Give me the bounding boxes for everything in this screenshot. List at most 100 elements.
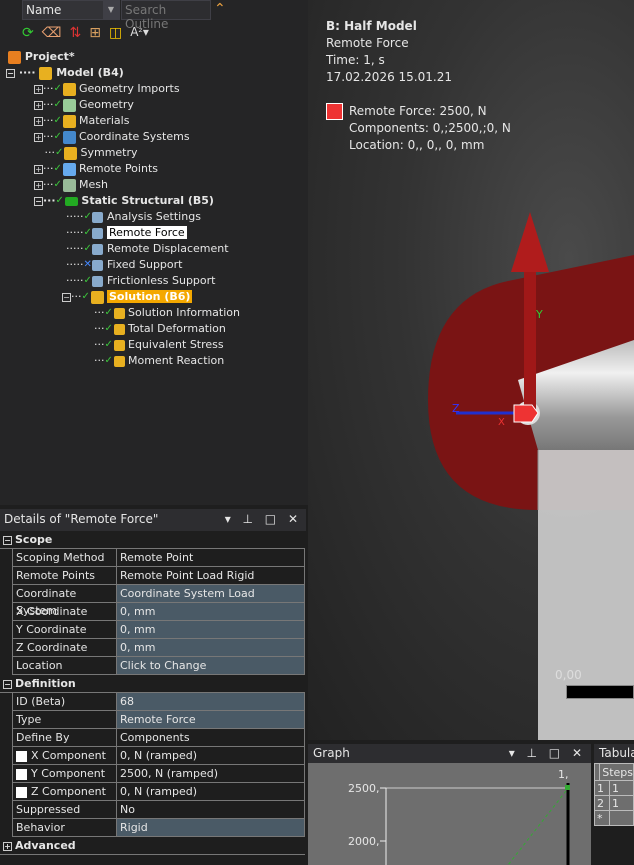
property-value[interactable]: 0, mm <box>117 639 304 656</box>
group-definition[interactable]: − Definition <box>0 675 305 693</box>
label: Coordinate Systems <box>79 130 190 143</box>
search-outline-input[interactable]: Search Outline <box>121 0 211 31</box>
property-value[interactable]: 2500, N (ramped) <box>117 765 304 782</box>
tree-item[interactable]: +···✓ Geometry <box>34 97 134 113</box>
tree-item-solution[interactable]: −···✓ Solution (B6) <box>62 289 193 305</box>
tree-item[interactable]: ···✓ Equivalent Stress <box>94 337 224 353</box>
hide-icon[interactable]: ◫ <box>109 25 122 41</box>
property-value[interactable]: Remote Point Load Rigid <box>117 567 304 584</box>
3d-viewport[interactable]: B: Half Model Remote Force Time: 1, s 17… <box>308 0 634 740</box>
collapse-icon[interactable]: − <box>62 292 71 302</box>
property-name: Behavior <box>16 821 65 834</box>
property-value[interactable]: 0, N (ramped) <box>117 783 304 800</box>
cell[interactable]: 1 <box>610 781 619 795</box>
property-value[interactable]: 68 <box>117 693 304 710</box>
property-value[interactable]: 0, mm <box>117 603 304 620</box>
tree-item[interactable]: ···✓ Moment Reaction <box>94 353 224 369</box>
tree-item[interactable]: ·····✓ Remote Force <box>66 225 187 241</box>
property-row[interactable]: X Coordinate 0, mm <box>12 603 305 621</box>
checkbox[interactable] <box>16 786 27 798</box>
y-tick-label: 2000, <box>348 835 380 848</box>
label: Equivalent Stress <box>128 338 224 351</box>
tree-item[interactable]: ·····✕ Fixed Support <box>66 257 182 273</box>
property-value[interactable]: No <box>117 801 304 818</box>
property-row[interactable]: Y Component 2500, N (ramped) <box>12 765 305 783</box>
grid-icon[interactable]: ⊞ <box>89 25 101 41</box>
checkbox[interactable] <box>16 768 27 780</box>
property-row[interactable]: Z Coordinate 0, mm <box>12 639 305 657</box>
property-row[interactable]: Coordinate System Coordinate System Load <box>12 585 305 617</box>
tree-item[interactable]: +···✓ Geometry Imports <box>34 81 180 97</box>
collapse-icon[interactable]: − <box>34 196 43 206</box>
property-value[interactable]: Click to Change <box>117 657 304 674</box>
table-row[interactable]: * <box>594 811 634 826</box>
cell[interactable] <box>610 811 612 825</box>
tree-item-static-structural[interactable]: −···✓ Static Structural (B5) <box>34 193 214 209</box>
tree-item[interactable]: +···✓ Remote Points <box>34 161 158 177</box>
tree-node-icon <box>62 162 76 176</box>
property-value[interactable]: Remote Point <box>117 549 304 566</box>
checkbox[interactable] <box>16 750 27 762</box>
collapse-icon[interactable]: − <box>3 679 12 689</box>
tree-item[interactable]: ·····✓ Frictionless Support <box>66 273 215 289</box>
column-header-steps[interactable]: Steps <box>600 764 633 780</box>
graph-panel: Graph ▾ ⊥ □ ✕ 2500, 2000, 1, <box>308 744 591 865</box>
property-row[interactable]: Behavior Rigid <box>12 819 305 837</box>
property-value[interactable]: Remote Force <box>117 711 304 728</box>
tree-item[interactable]: ·····✓ Analysis Settings <box>66 209 201 225</box>
collapse-icon[interactable]: + <box>3 841 12 851</box>
tree-item[interactable]: ···✓ Solution Information <box>94 305 240 321</box>
expand-icon[interactable]: + <box>34 84 43 94</box>
property-row[interactable]: X Component 0, N (ramped) <box>12 747 305 765</box>
sort-az-icon[interactable]: Aᶻ▾ <box>130 25 149 41</box>
tree-item[interactable]: +···✓ Mesh <box>34 177 108 193</box>
property-value[interactable]: Coordinate System Load <box>117 585 304 602</box>
panel-controls[interactable]: ▾ ⊥ □ ✕ <box>225 512 302 526</box>
tree-node-icon <box>113 355 125 367</box>
property-row[interactable]: Scoping Method Remote Point <box>12 549 305 567</box>
property-row[interactable]: Z Component 0, N (ramped) <box>12 783 305 801</box>
expand-icon[interactable]: + <box>34 100 43 110</box>
table-row[interactable]: 11 <box>594 781 634 796</box>
property-value[interactable]: 0, mm <box>117 621 304 638</box>
collapse-icon[interactable]: − <box>6 68 15 78</box>
tree-item-model[interactable]: − ···· Model (B4) <box>6 65 124 81</box>
property-row[interactable]: Define By Components <box>12 729 305 747</box>
sort-icon[interactable]: ⇅ <box>70 25 82 41</box>
expand-icon[interactable]: + <box>34 180 43 190</box>
x-tick-label: 1, <box>558 768 569 781</box>
property-row[interactable]: Type Remote Force <box>12 711 305 729</box>
property-value[interactable]: 0, N (ramped) <box>117 747 304 764</box>
expand-icon[interactable]: + <box>34 116 43 126</box>
tree-node-icon <box>62 178 76 192</box>
property-name: X Coordinate <box>13 603 117 620</box>
collapse-up-icon[interactable]: ⌃ <box>214 1 226 17</box>
name-filter-select[interactable]: Name ▼ <box>22 0 120 20</box>
label: Remote Displacement <box>106 242 229 255</box>
property-value[interactable]: Rigid <box>117 819 304 836</box>
expand-icon[interactable]: + <box>34 164 43 174</box>
panel-controls[interactable]: ▾ ⊥ □ ✕ <box>509 746 586 760</box>
property-row[interactable]: Location Click to Change <box>12 657 305 675</box>
collapse-icon[interactable]: − <box>3 535 12 545</box>
property-row[interactable]: Y Coordinate 0, mm <box>12 621 305 639</box>
property-row[interactable]: Suppressed No <box>12 801 305 819</box>
model-geometry: Y Z X <box>428 212 634 740</box>
tree-item[interactable]: ···✓ Total Deformation <box>94 321 226 337</box>
cell[interactable]: 1 <box>610 796 619 810</box>
eraser-icon[interactable]: ⌫ <box>42 25 62 41</box>
property-value[interactable]: Components <box>117 729 304 746</box>
tree-item[interactable]: +···✓ Coordinate Systems <box>34 129 190 145</box>
table-row[interactable]: 21 <box>594 796 634 811</box>
graph-title: Graph <box>313 746 350 760</box>
refresh-icon[interactable]: ⟳ <box>22 25 34 41</box>
property-row[interactable]: Remote Points Remote Point Load Rigid <box>12 567 305 585</box>
tree-item[interactable]: ·····✓ Remote Displacement <box>66 241 229 257</box>
tree-item[interactable]: +···✓ Materials <box>34 113 129 129</box>
group-scope[interactable]: − Scope <box>0 531 305 549</box>
group-advanced[interactable]: + Advanced <box>0 837 305 855</box>
tree-item-project[interactable]: Project* <box>8 49 75 65</box>
property-row[interactable]: ID (Beta) 68 <box>12 693 305 711</box>
expand-icon[interactable]: + <box>34 132 43 142</box>
tree-item[interactable]: ···✓ Symmetry <box>34 145 138 161</box>
